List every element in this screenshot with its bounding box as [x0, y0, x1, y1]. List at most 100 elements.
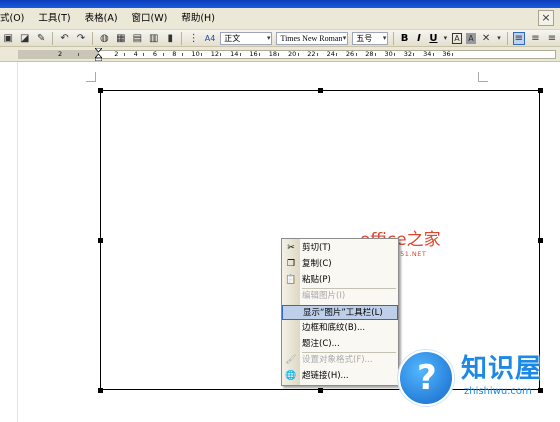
paste-icon: 📋: [285, 275, 297, 285]
font-size-select[interactable]: 五号 ▾: [352, 31, 389, 45]
context-menu-item: 编辑图片(I): [282, 289, 398, 304]
context-menu-item-label: 题注(C)...: [302, 339, 340, 349]
logo-domain: zhishiwu.com: [464, 386, 532, 397]
resize-handle[interactable]: [318, 388, 323, 393]
font-select-value: Times New Roman: [280, 33, 343, 43]
context-menu-item[interactable]: 题注(C)...: [282, 337, 398, 352]
formatting-toolbar: ▣ ◪ ✎ ↶ ↷ ◍ ▦ ▤ ▥ ▮ ⋮ A4 正文 ▾ Times New …: [0, 30, 560, 47]
font-size-select-value: 五号: [356, 33, 373, 43]
text-boundary-corner: [478, 72, 488, 82]
tables-borders-icon[interactable]: ▦: [115, 32, 127, 45]
context-menu-item[interactable]: 🌐 超链接(H)...: [282, 369, 398, 384]
page-left-edge: [17, 62, 18, 422]
ruler-number: 20: [288, 50, 297, 58]
ruler-tick: [452, 53, 454, 56]
context-menu-separator: [302, 352, 396, 353]
char-scale-icon[interactable]: ✕: [480, 32, 492, 45]
text-boundary-corner: [86, 72, 96, 82]
indent-marker-icon[interactable]: [95, 48, 102, 61]
italic-button[interactable]: I: [413, 33, 425, 44]
toolbar-separator: [506, 31, 508, 45]
align-center-icon[interactable]: ≡: [529, 32, 541, 45]
ruler-number: 12: [210, 50, 220, 58]
align-left-icon[interactable]: ≡: [512, 31, 526, 45]
resize-handle[interactable]: [98, 388, 103, 393]
ruler-number: 22: [307, 50, 316, 58]
open-icon[interactable]: ▣: [2, 32, 14, 45]
menu-format[interactable]: 式(O): [0, 8, 24, 30]
chevron-down-icon[interactable]: ▾: [496, 32, 501, 45]
menu-window[interactable]: 窗口(W): [132, 8, 168, 30]
ruler-tick: [413, 53, 415, 56]
resize-handle[interactable]: [98, 238, 103, 243]
undo-icon[interactable]: ↶: [58, 32, 70, 45]
ruler-tick: [143, 53, 145, 56]
format-painter-icon[interactable]: ✎: [35, 32, 47, 45]
ruler-number: 30: [384, 50, 393, 58]
redo-icon[interactable]: ↷: [75, 32, 87, 45]
context-menu-item-label: 剪切(T): [302, 243, 331, 253]
underline-button[interactable]: U: [427, 33, 439, 44]
context-menu-item-label: 粘贴(P): [302, 275, 331, 285]
context-menu-item-label: 编辑图片(I): [302, 291, 346, 301]
char-shading-icon[interactable]: A: [466, 32, 476, 44]
chevron-down-icon[interactable]: ▾: [443, 32, 448, 45]
context-menu-item[interactable]: ❐ 复制(C): [282, 257, 398, 272]
ruler-tick: [316, 53, 318, 56]
align-right-icon[interactable]: ≡: [546, 32, 558, 45]
close-document-button[interactable]: ×: [538, 10, 554, 26]
chevron-down-icon: ▾: [266, 33, 271, 42]
columns-icon[interactable]: ▮: [164, 32, 176, 45]
ruler-number: 26: [345, 50, 355, 58]
hyperlink-toolbar-icon[interactable]: ◍: [98, 32, 110, 45]
toolbar-separator: [92, 31, 94, 45]
permission-icon[interactable]: ◪: [18, 32, 30, 45]
context-menu-item[interactable]: 📋 粘贴(P): [282, 273, 398, 288]
context-menu-item-label: 边框和底纹(B)...: [302, 323, 366, 333]
ruler-tick: [78, 53, 79, 56]
insert-table-icon[interactable]: ▤: [131, 32, 143, 45]
horizontal-ruler[interactable]: 2 2 4 6 8 10 12 14 16 18 20 22 24 26 28 30 32 34 36: [0, 47, 560, 62]
style-select[interactable]: 正文 ▾: [220, 31, 273, 45]
context-menu-item[interactable]: 显示“图片”工具栏(L): [282, 305, 398, 320]
zhishiwu-logo: ? 知识屋 zhishiwu.com: [398, 350, 558, 414]
insert-excel-icon[interactable]: ▥: [148, 32, 160, 45]
toolbar-separator: [181, 31, 183, 45]
copy-icon: ❐: [286, 259, 296, 269]
ruler-tick: [336, 53, 338, 56]
ruler-number: 36: [442, 50, 451, 58]
toolbar-separator: [52, 31, 54, 45]
menu-table[interactable]: 表格(A): [85, 8, 118, 30]
ruler-tick: [201, 53, 203, 56]
bold-button[interactable]: B: [398, 33, 410, 44]
ruler-tick: [259, 53, 261, 56]
menu-tools[interactable]: 工具(T): [38, 8, 70, 30]
toolbar-grip-icon: ⋮: [188, 32, 199, 44]
ruler-number: 16: [249, 50, 258, 58]
resize-handle[interactable]: [538, 238, 543, 243]
menu-help[interactable]: 帮助(H): [181, 8, 215, 30]
resize-handle[interactable]: [318, 88, 323, 93]
context-menu-item: 🖌 设置对象格式(F)...: [282, 353, 398, 368]
ruler-tick: [162, 53, 164, 56]
scissors-icon: ✂: [287, 243, 295, 253]
context-menu-item-label: 设置对象格式(F)...: [302, 355, 373, 365]
context-menu-item[interactable]: 边框和底纹(B)...: [282, 321, 398, 336]
resize-handle[interactable]: [98, 88, 103, 93]
char-border-icon[interactable]: A: [452, 32, 463, 44]
context-menu-item-label: 超链接(H)...: [302, 371, 349, 381]
ruler-number: 6: [152, 50, 158, 58]
resize-handle[interactable]: [538, 88, 543, 93]
ruler-number: 24: [326, 50, 335, 58]
ruler-number: 2: [114, 50, 119, 58]
font-select[interactable]: Times New Roman ▾: [276, 31, 349, 45]
ruler-number: 2: [58, 50, 63, 58]
ruler-number: 14: [230, 50, 239, 58]
ruler-tick: [181, 53, 183, 56]
chevron-down-icon: ▾: [342, 33, 347, 42]
chevron-down-icon: ▾: [382, 33, 387, 42]
logo-glyph: ?: [417, 358, 437, 398]
question-mark-icon: ?: [398, 350, 454, 406]
styles-formatting-icon[interactable]: A4: [204, 32, 216, 45]
context-menu-item[interactable]: ✂ 剪切(T): [282, 241, 398, 256]
